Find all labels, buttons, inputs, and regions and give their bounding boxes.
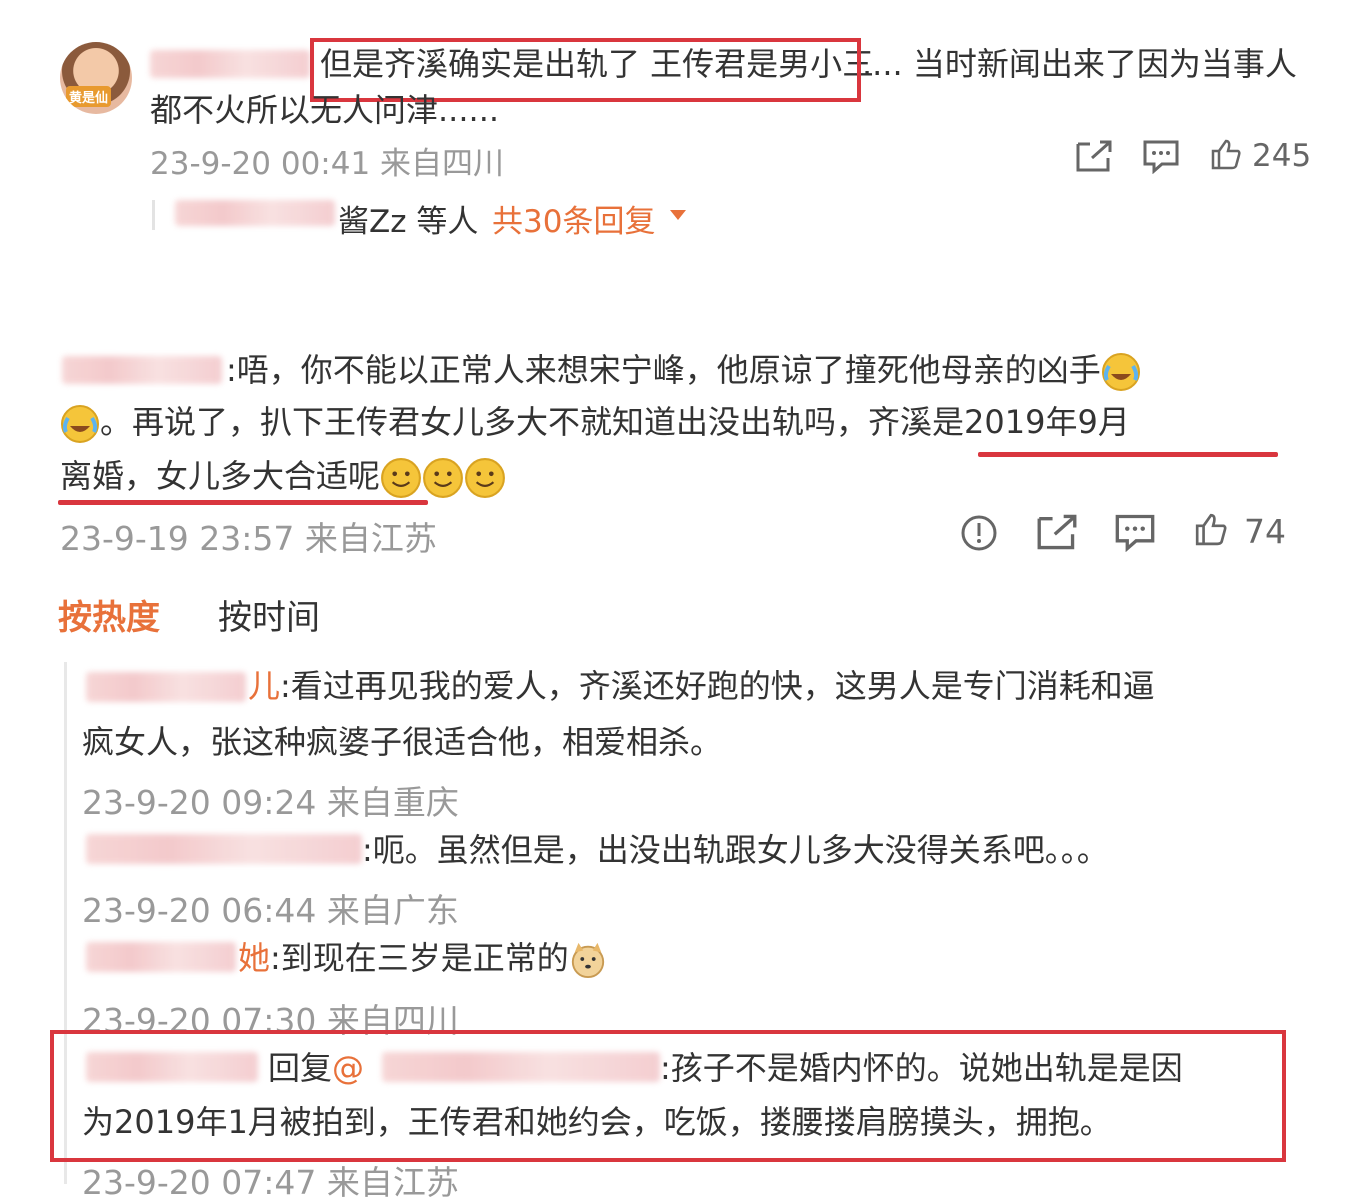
reply2-name-blurred[interactable] bbox=[86, 834, 362, 864]
reply3-name-tail[interactable]: 她 bbox=[238, 939, 270, 977]
comment1-time: 23-9-20 00:41 来自四川 bbox=[150, 146, 505, 182]
reply4-line1: 回复@ bbox=[268, 1042, 364, 1094]
share-icon[interactable] bbox=[1074, 138, 1114, 174]
reply4-line2: 为2019年1月被拍到，王传君和她约会，吃饭，搂腰搂肩膀摸头，拥抱。 bbox=[82, 1103, 1112, 1141]
underline-1 bbox=[978, 452, 1278, 457]
avatar-badge: 黄是仙 bbox=[66, 86, 112, 107]
underline-2 bbox=[58, 500, 428, 505]
smile-emoji-icon bbox=[381, 458, 421, 498]
comment1-like-count: 245 bbox=[1252, 138, 1312, 174]
smile-emoji-icon bbox=[465, 458, 505, 498]
reply4-time: 23-9-20 07:47 来自江苏 bbox=[82, 1163, 459, 1202]
like-icon[interactable] bbox=[1194, 512, 1228, 546]
sort-by-hot-tab[interactable]: 按热度 bbox=[58, 590, 160, 639]
comment2-text-2b: 齐溪是2019年9月 bbox=[868, 403, 1130, 441]
comment1-text-line2: 都不火所以无人问津...... bbox=[150, 91, 500, 129]
reply-divider bbox=[152, 200, 155, 230]
comment2-line2: 。再说了，扒下王传君女儿多大不就知道出没出轨吗，齐溪是2019年9月 bbox=[60, 396, 1130, 448]
username-blurred[interactable] bbox=[150, 50, 310, 78]
reply-count-link[interactable]: 共30条回复 bbox=[492, 196, 655, 241]
comment2-text-2a: 。再说了，扒下王传君女儿多大不就知道出没出轨吗， bbox=[100, 403, 869, 441]
comment-icon[interactable] bbox=[1142, 138, 1180, 174]
laugh-cry-emoji-icon bbox=[1101, 353, 1140, 391]
comment2-text-1: :唔，你不能以正常人来想宋宁峰，他原谅了撞死他母亲的凶手 bbox=[226, 351, 1101, 389]
chevron-down-icon[interactable] bbox=[668, 208, 688, 222]
reply4-mention-start[interactable]: @ bbox=[332, 1049, 364, 1087]
reply4-name-blurred[interactable] bbox=[86, 1052, 258, 1082]
reply1-line2: 疯女人，张这种疯婆子很适合他，相爱相杀。 bbox=[82, 723, 723, 761]
smile-emoji-icon bbox=[423, 458, 463, 498]
comment2-text-3: 离婚，女儿多大合适呢 bbox=[60, 457, 381, 495]
share-icon[interactable] bbox=[1034, 512, 1080, 552]
reply-names[interactable]: 酱Zz 等人 bbox=[338, 196, 478, 241]
reply1-line1: 儿:看过再见我的爱人，齐溪还好跑的快，这男人是专门消耗和逼 bbox=[248, 660, 1155, 712]
reply1-name-tail[interactable]: 儿 bbox=[248, 667, 280, 705]
like-icon[interactable] bbox=[1210, 138, 1242, 170]
reply-name-blurred[interactable] bbox=[175, 200, 335, 226]
username-blurred-2[interactable] bbox=[62, 356, 222, 384]
reply3-text: :到现在三岁是正常的 bbox=[270, 939, 569, 977]
reply4-mention-blurred[interactable] bbox=[382, 1052, 660, 1082]
doge-emoji-icon bbox=[571, 942, 604, 979]
reply1-time: 23-9-20 09:24 来自重庆 bbox=[82, 783, 459, 822]
comment2-line1: :唔，你不能以正常人来想宋宁峰，他原谅了撞死他母亲的凶手 bbox=[226, 344, 1141, 396]
comment2-time: 23-9-19 23:57 来自江苏 bbox=[60, 519, 437, 558]
report-icon[interactable] bbox=[960, 514, 998, 552]
laugh-cry-emoji-icon bbox=[61, 405, 99, 443]
reply3-name-blurred[interactable] bbox=[86, 942, 236, 972]
comment2-line3: 离婚，女儿多大合适呢 bbox=[60, 450, 506, 502]
reply4-text: :孩子不是婚内怀的。说她出轨是是因 bbox=[660, 1049, 1183, 1087]
avatar[interactable]: 黄是仙 bbox=[60, 42, 132, 114]
sort-by-time-tab[interactable]: 按时间 bbox=[218, 590, 320, 639]
reply3-line1: 她:到现在三岁是正常的 bbox=[238, 932, 607, 984]
reply2-time: 23-9-20 06:44 来自广东 bbox=[82, 891, 459, 930]
reply4-text-prefix: 回复 bbox=[268, 1049, 333, 1087]
reply1-text: :看过再见我的爱人，齐溪还好跑的快，这男人是专门消耗和逼 bbox=[280, 667, 1155, 705]
reply2-line1: :呃。虽然但是，出没出轨跟女儿多大没得关系吧。。。 bbox=[362, 831, 1109, 869]
comment2-like-count: 74 bbox=[1244, 512, 1286, 551]
comment-icon[interactable] bbox=[1114, 512, 1156, 552]
comment1-text: .... 当时新闻出来了因为当事人 bbox=[862, 45, 1297, 83]
reply1-name-blurred[interactable] bbox=[86, 672, 246, 702]
